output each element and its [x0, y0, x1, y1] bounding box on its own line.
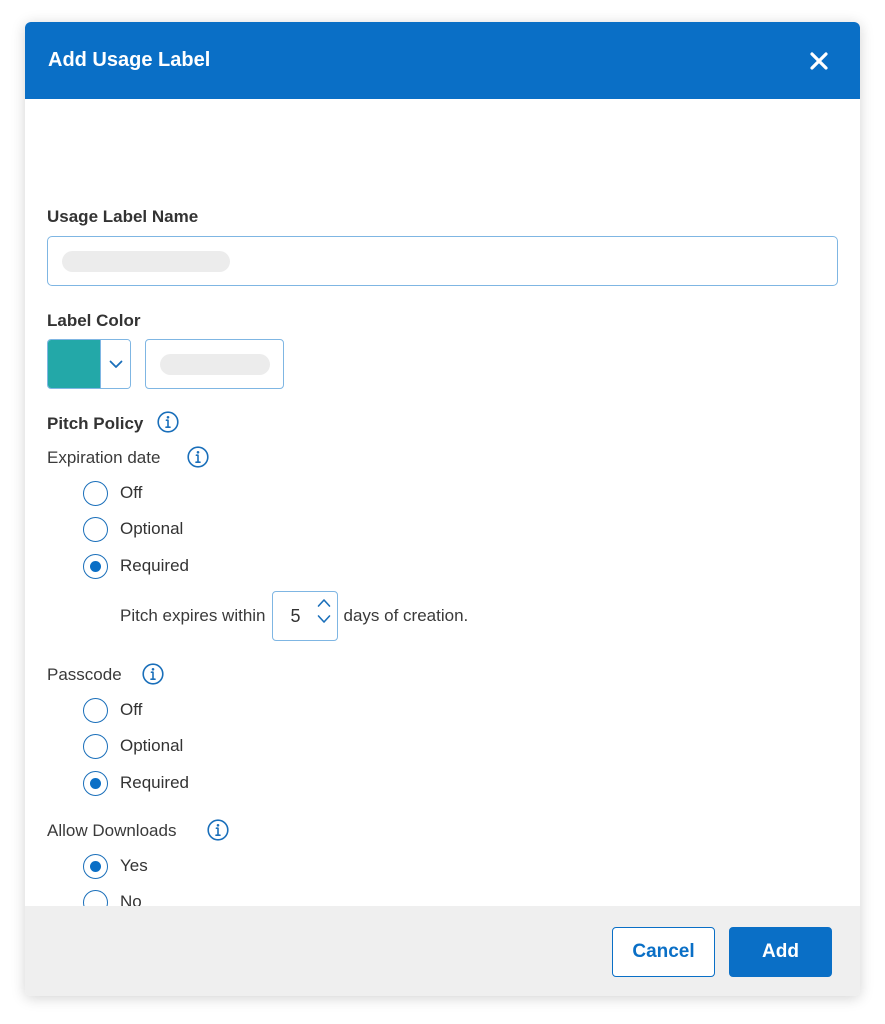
radio-button[interactable]	[83, 480, 108, 506]
input-placeholder-bar	[62, 251, 230, 272]
color-hex-input[interactable]	[145, 339, 284, 389]
expiration-days-row: Pitch expires within 5 days of creation.	[120, 591, 468, 641]
label-color-label: Label Color	[47, 311, 141, 330]
radio-label: Off	[120, 483, 143, 502]
radio-dot	[90, 560, 101, 572]
close-icon	[810, 51, 828, 70]
chevron-up-icon[interactable]	[317, 598, 331, 608]
passcode-option-off[interactable]: Off	[83, 697, 142, 723]
info-icon[interactable]	[187, 446, 209, 468]
chevron-down-icon[interactable]	[317, 614, 331, 624]
close-button[interactable]	[802, 44, 836, 78]
dialog-footer: Cancel Add	[25, 906, 860, 996]
days-stepper[interactable]: 5	[271, 591, 338, 641]
radio-button[interactable]	[83, 733, 108, 759]
input-placeholder-bar	[160, 354, 270, 375]
radio-button[interactable]	[83, 516, 108, 542]
radio-button[interactable]	[83, 697, 108, 723]
chevron-down-icon	[109, 360, 122, 368]
days-value: 5	[290, 605, 301, 626]
cancel-button[interactable]: Cancel	[612, 927, 715, 977]
radio-dot	[90, 777, 101, 789]
expiration-option-off[interactable]: Off	[83, 480, 142, 506]
radio-button-selected[interactable]	[83, 553, 108, 579]
color-swatch	[48, 340, 100, 388]
add-usage-label-dialog: Add Usage Label Usage Label Name Label C…	[25, 22, 860, 996]
radio-label: Yes	[120, 856, 148, 875]
add-button[interactable]: Add	[729, 927, 832, 977]
radio-label: Required	[120, 773, 189, 792]
radio-button-selected[interactable]	[83, 770, 108, 796]
passcode-option-required[interactable]: Required	[83, 770, 189, 796]
stepper-arrows	[317, 598, 331, 624]
dialog-body: Usage Label Name Label Color Pitch Polic…	[25, 99, 860, 915]
dialog-title: Add Usage Label	[48, 49, 211, 71]
expires-suffix-text: days of creation.	[343, 606, 469, 625]
downloads-option-yes[interactable]: Yes	[83, 853, 148, 879]
allow-downloads-label: Allow Downloads	[47, 821, 177, 840]
passcode-option-optional[interactable]: Optional	[83, 733, 183, 759]
radio-label: Optional	[120, 519, 184, 538]
info-icon[interactable]	[157, 411, 179, 433]
passcode-label: Passcode	[47, 665, 122, 684]
radio-label: Off	[120, 700, 143, 719]
info-icon[interactable]	[207, 819, 229, 841]
info-icon[interactable]	[142, 663, 164, 685]
color-picker-dropdown[interactable]	[47, 339, 131, 389]
color-dropdown-toggle[interactable]	[100, 340, 130, 388]
expires-prefix-text: Pitch expires within	[120, 606, 266, 625]
dialog-header: Add Usage Label	[25, 22, 860, 99]
usage-label-name-label: Usage Label Name	[47, 207, 199, 226]
expiration-option-required[interactable]: Required	[83, 553, 189, 579]
expiration-option-optional[interactable]: Optional	[83, 516, 183, 542]
radio-label: Required	[120, 556, 189, 575]
expiration-date-label: Expiration date	[47, 448, 161, 467]
pitch-policy-label: Pitch Policy	[47, 414, 144, 433]
usage-label-name-input[interactable]	[47, 236, 838, 286]
radio-label: Optional	[120, 736, 184, 755]
radio-dot	[90, 860, 101, 872]
radio-button-selected[interactable]	[83, 853, 108, 879]
